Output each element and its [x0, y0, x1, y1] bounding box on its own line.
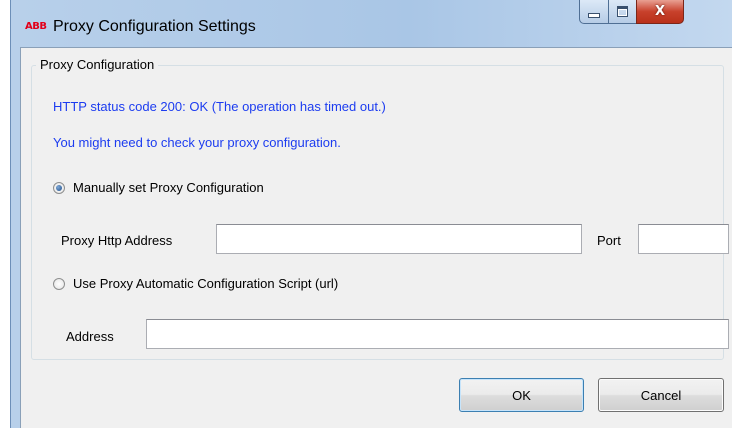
port-label: Port — [597, 233, 621, 248]
manual-proxy-radio[interactable] — [53, 181, 65, 194]
status-message: HTTP status code 200: OK (The operation … — [53, 99, 386, 114]
cancel-button[interactable]: Cancel — [598, 378, 724, 412]
manual-proxy-option[interactable]: Manually set Proxy Configuration — [53, 180, 264, 195]
address-input[interactable] — [146, 319, 729, 349]
maximize-button[interactable] — [608, 0, 637, 24]
manual-proxy-label: Manually set Proxy Configuration — [73, 180, 264, 195]
address-label: Address — [66, 329, 114, 344]
auto-proxy-radio[interactable] — [53, 277, 65, 290]
proxy-http-address-input[interactable] — [216, 224, 582, 254]
minimize-icon — [588, 13, 600, 18]
group-legend: Proxy Configuration — [36, 57, 159, 72]
close-button[interactable]: X — [636, 0, 684, 24]
close-icon: X — [654, 4, 666, 19]
abb-logo-icon: ABB — [25, 21, 47, 32]
proxy-http-address-label: Proxy Http Address — [61, 233, 173, 248]
auto-proxy-option[interactable]: Use Proxy Automatic Configuration Script… — [53, 276, 338, 291]
hint-message: You might need to check your proxy confi… — [53, 135, 341, 150]
proxy-configuration-group: Proxy Configuration HTTP status code 200… — [31, 57, 729, 360]
port-input[interactable] — [638, 224, 729, 254]
window-title: Proxy Configuration Settings — [53, 18, 256, 35]
maximize-icon — [617, 6, 628, 17]
title-bar[interactable]: ABB Proxy Configuration Settings X — [11, 0, 732, 46]
dialog-body: Proxy Configuration HTTP status code 200… — [20, 47, 732, 428]
ok-button[interactable]: OK — [459, 378, 584, 412]
minimize-button[interactable] — [579, 0, 609, 24]
dialog-window: ABB Proxy Configuration Settings X Proxy… — [10, 0, 732, 428]
auto-proxy-label: Use Proxy Automatic Configuration Script… — [73, 276, 339, 291]
